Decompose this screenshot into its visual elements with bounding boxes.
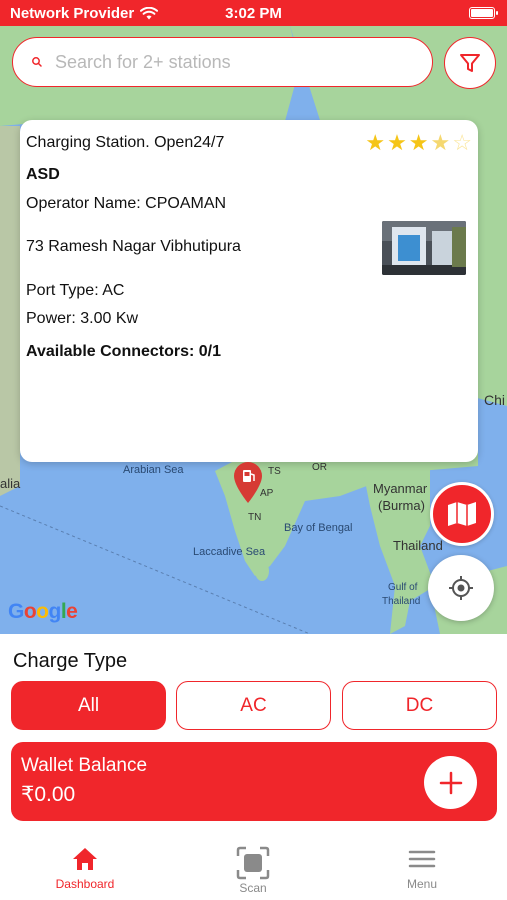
status-time: 3:02 PM — [225, 5, 282, 22]
wallet-amount: ₹0.00 — [21, 783, 76, 806]
station-name: ASD — [26, 166, 60, 183]
bottom-tab-bar: Dashboard Scan Menu — [0, 832, 507, 900]
map-label-gulf-thailand: Thailand — [382, 596, 421, 607]
tab-scan[interactable]: Scan — [193, 846, 313, 895]
port-type: Port Type: AC — [26, 282, 125, 299]
home-icon — [73, 848, 97, 870]
map-view-toggle-button[interactable] — [430, 482, 494, 546]
star-full-icon: ★ — [408, 130, 429, 155]
wallet-balance-card: Wallet Balance ₹0.00 — [11, 742, 497, 821]
add-money-button[interactable] — [424, 756, 477, 809]
map-icon — [448, 502, 476, 526]
google-logo: Google — [8, 600, 78, 623]
station-map-pin[interactable] — [232, 460, 264, 509]
map-label-bay-of-bengal: Bay of Bengal — [284, 522, 353, 534]
map-label-myanmar: Myanmar — [373, 481, 428, 496]
search-input[interactable] — [55, 51, 395, 73]
tab-dashboard[interactable]: Dashboard — [25, 846, 145, 891]
status-bar: Network Provider 3:02 PM — [0, 0, 507, 26]
map-label-burma: (Burma) — [378, 498, 425, 513]
scan-icon — [236, 846, 270, 880]
search-bar[interactable] — [12, 37, 433, 87]
tab-scan-label: Scan — [239, 881, 267, 895]
crosshair-location-icon — [449, 576, 473, 600]
charge-type-heading: Charge Type — [13, 650, 128, 672]
map-label-thailand: Thailand — [393, 538, 443, 553]
menu-icon — [408, 850, 436, 868]
ev-station-pin-icon — [234, 462, 262, 503]
station-info-card[interactable]: Charging Station. Open24/7 ★ ★ ★ ★ ☆ ASD… — [20, 120, 478, 462]
station-address: 73 Ramesh Nagar Vibhutipura — [26, 238, 241, 255]
filter-icon — [460, 54, 480, 72]
map-label-gulf-of: Gulf of — [388, 582, 418, 593]
map-label-or: OR — [312, 462, 327, 473]
plus-icon — [439, 771, 462, 794]
map-label-alia: alia — [0, 476, 21, 491]
star-empty-icon: ☆ — [452, 130, 472, 155]
tab-dashboard-label: Dashboard — [55, 877, 115, 891]
map-label-chi: Chi — [484, 392, 506, 408]
wallet-label: Wallet Balance — [21, 755, 148, 776]
charge-type-ac-button[interactable]: AC — [176, 681, 331, 730]
station-photo — [382, 221, 466, 275]
map-label-tn: TN — [248, 512, 262, 523]
star-half-icon: ★ — [430, 130, 451, 155]
charge-type-all-button[interactable]: All — [11, 681, 166, 730]
my-location-button[interactable] — [428, 555, 494, 621]
map-label-arabian-sea: Arabian Sea — [123, 464, 184, 476]
search-icon — [32, 57, 42, 67]
power-rating: Power: 3.00 Kw — [26, 310, 139, 327]
tab-menu-label: Menu — [406, 877, 438, 891]
rating-stars: ★ ★ ★ ★ ☆ — [365, 132, 472, 154]
map-label-laccadive-sea: Laccadive Sea — [193, 546, 266, 558]
star-full-icon: ★ — [387, 130, 407, 155]
operator-name: Operator Name: CPOAMAN — [26, 195, 227, 212]
available-connectors: Available Connectors: 0/1 — [26, 343, 222, 360]
tab-menu[interactable]: Menu — [362, 846, 482, 891]
star-full-icon: ★ — [365, 130, 386, 155]
charge-type-dc-button[interactable]: DC — [342, 681, 497, 730]
battery-icon — [469, 7, 498, 19]
filter-button[interactable] — [444, 37, 496, 89]
station-title: Charging Station. Open24/7 — [26, 134, 225, 151]
map-label-ts: TS — [268, 466, 281, 477]
